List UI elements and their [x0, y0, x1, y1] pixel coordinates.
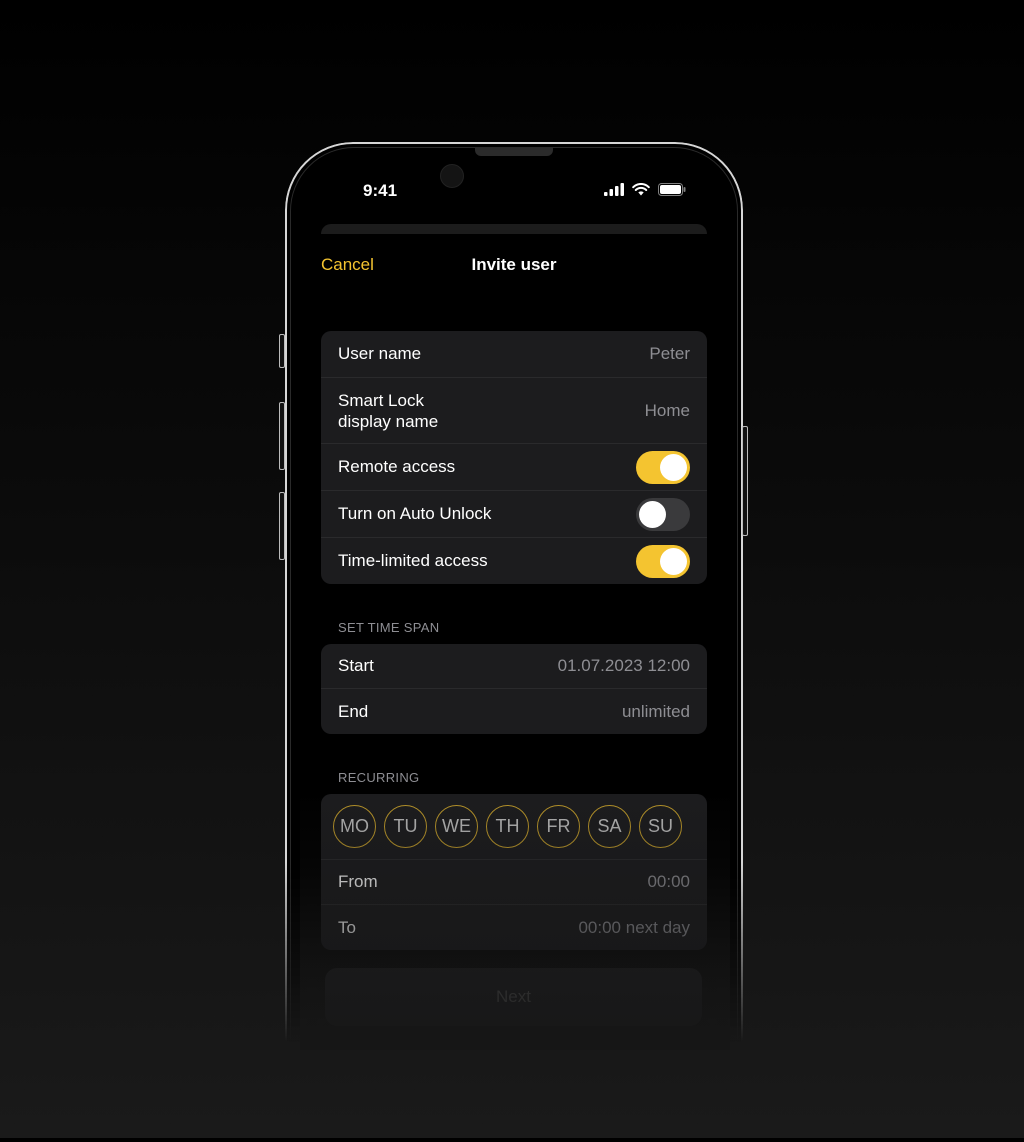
- day-thursday[interactable]: TH: [486, 805, 529, 848]
- time-limited-label: Time-limited access: [338, 551, 488, 570]
- action-button: [279, 334, 285, 368]
- cellular-signal-icon: [604, 183, 624, 196]
- time-limited-toggle[interactable]: [636, 544, 690, 578]
- end-row[interactable]: End unlimited: [321, 689, 707, 734]
- power-button: [742, 426, 748, 536]
- next-button[interactable]: Next: [325, 968, 702, 1026]
- remote-access-label: Remote access: [338, 457, 456, 476]
- page-title: Invite user: [471, 255, 557, 274]
- start-label: Start: [338, 656, 374, 675]
- status-time: 9:41: [363, 181, 398, 200]
- from-label: From: [338, 872, 378, 891]
- recurring-card: MO TU WE TH FR SA SU From 00:00 To 00:00…: [321, 794, 707, 950]
- recurring-section-label: RECURRING: [338, 770, 420, 785]
- toggle-knob: [660, 453, 687, 481]
- volume-up-button: [279, 402, 285, 470]
- day-tuesday[interactable]: TU: [384, 805, 427, 848]
- end-value: unlimited: [621, 701, 690, 721]
- start-value: 01.07.2023 12:00: [557, 656, 690, 675]
- display-name-label: Smart Lock display name: [338, 390, 438, 432]
- day-sunday[interactable]: SU: [639, 805, 682, 848]
- user-details-card: User name Peter Smart Lock display name …: [321, 331, 707, 584]
- remote-access-toggle[interactable]: [636, 450, 690, 484]
- end-label: End: [338, 701, 369, 721]
- to-label: To: [338, 917, 356, 937]
- volume-down-button: [279, 492, 285, 560]
- day-friday[interactable]: FR: [537, 805, 580, 848]
- toggle-knob: [660, 547, 687, 575]
- user-name-row[interactable]: User name Peter: [321, 331, 707, 378]
- from-row[interactable]: From 00:00: [321, 860, 707, 905]
- time-span-card: Start 01.07.2023 12:00 End unlimited: [321, 644, 707, 734]
- from-value: 00:00: [647, 872, 690, 891]
- day-saturday[interactable]: SA: [588, 805, 631, 848]
- day-monday[interactable]: MO: [333, 805, 376, 848]
- status-icons: [604, 183, 686, 196]
- display-name-row[interactable]: Smart Lock display name Home: [321, 378, 707, 444]
- battery-icon: [658, 183, 686, 196]
- display-name-label-line1: Smart Lock: [338, 390, 424, 410]
- auto-unlock-label: Turn on Auto Unlock: [338, 504, 492, 523]
- start-row[interactable]: Start 01.07.2023 12:00: [321, 644, 707, 689]
- sheet-stack-edge: [321, 224, 707, 234]
- auto-unlock-row: Turn on Auto Unlock: [321, 491, 707, 538]
- display-name-value: Home: [644, 400, 690, 420]
- front-camera: [440, 164, 464, 188]
- wifi-icon: [632, 183, 650, 196]
- toggle-knob: [639, 500, 666, 528]
- speaker-grille: [475, 148, 553, 156]
- time-limited-row: Time-limited access: [321, 538, 707, 584]
- to-value: 00:00 next day: [578, 917, 690, 937]
- user-name-label: User name: [338, 344, 422, 363]
- to-row[interactable]: To 00:00 next day: [321, 905, 707, 950]
- weekday-selector: MO TU WE TH FR SA SU: [321, 794, 707, 860]
- remote-access-row: Remote access: [321, 444, 707, 491]
- cancel-button[interactable]: Cancel: [321, 255, 374, 275]
- display-name-label-line2: display name: [338, 411, 439, 431]
- day-wednesday[interactable]: WE: [435, 805, 478, 848]
- auto-unlock-toggle[interactable]: [636, 497, 690, 531]
- user-name-value: Peter: [649, 344, 690, 363]
- time-span-section-label: SET TIME SPAN: [338, 620, 440, 635]
